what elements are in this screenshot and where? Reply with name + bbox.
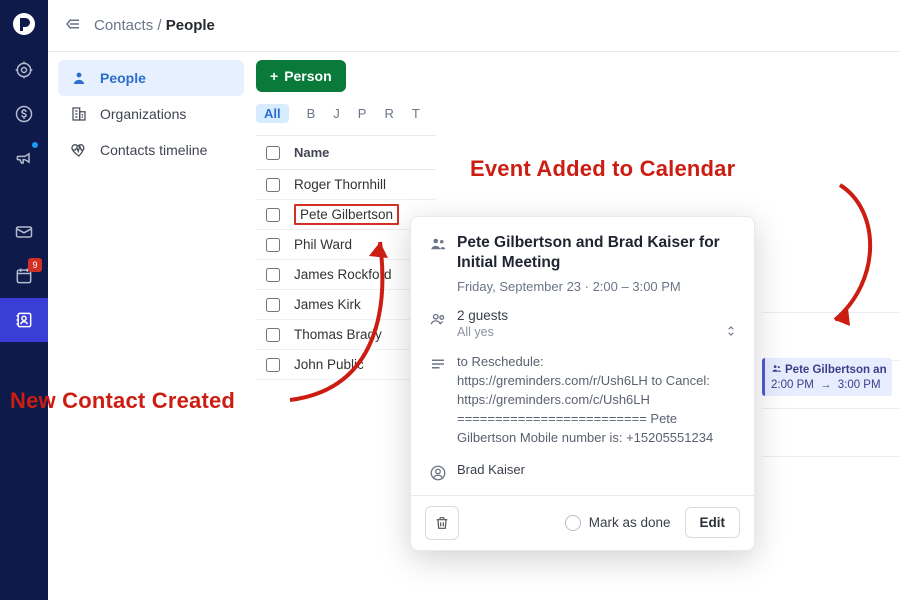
- rail-campaigns-icon[interactable]: [0, 136, 48, 180]
- calendar-gridline: [762, 456, 900, 457]
- breadcrumb-current: People: [166, 17, 215, 34]
- breadcrumb-separator: /: [157, 17, 161, 34]
- contacts-sidenav: People Organizations Contacts timeline: [58, 60, 244, 168]
- radio-circle-icon: [565, 515, 581, 531]
- calendar-event-title: Pete Gilbertson an: [785, 364, 887, 376]
- select-all-checkbox[interactable]: [266, 146, 280, 160]
- mark-as-done-toggle[interactable]: Mark as done: [565, 515, 671, 531]
- heartbeat-icon: [70, 141, 90, 159]
- table-row[interactable]: Pete Gilbertson: [256, 200, 436, 230]
- calendar-event-time-to: 3:00 PM: [838, 379, 881, 391]
- description-icon: [429, 353, 457, 447]
- row-checkbox[interactable]: [266, 298, 280, 312]
- people-icon: [771, 363, 782, 377]
- table-row[interactable]: Roger Thornhill: [256, 170, 436, 200]
- table-header: Name: [256, 136, 436, 170]
- app-logo[interactable]: [0, 0, 48, 48]
- annotation-arrow-icon: [280, 230, 410, 410]
- guests-icon: [429, 308, 457, 339]
- popover-guests-status: All yes: [457, 325, 736, 339]
- annotation-new-contact: New Contact Created: [10, 388, 235, 414]
- expand-guests-icon[interactable]: [724, 322, 738, 343]
- organization-icon: [70, 105, 90, 123]
- sidenav-item-label: Organizations: [100, 106, 186, 122]
- calendar-badge: 9: [28, 258, 42, 272]
- plus-icon: +: [270, 68, 278, 84]
- contact-name[interactable]: Pete Gilbertson: [294, 204, 399, 225]
- letter-filter: All B J P R T: [256, 104, 900, 123]
- breadcrumb: Contacts / People: [94, 17, 215, 34]
- annotation-event-added: Event Added to Calendar: [470, 156, 735, 182]
- edit-event-button[interactable]: Edit: [685, 507, 741, 538]
- add-person-button[interactable]: + Person: [256, 60, 346, 92]
- popover-guests-count: 2 guests: [457, 308, 736, 323]
- people-icon: [429, 233, 457, 294]
- row-checkbox[interactable]: [266, 268, 280, 282]
- notification-dot-icon: [32, 142, 38, 148]
- row-checkbox[interactable]: [266, 328, 280, 342]
- sidenav-item-label: Contacts timeline: [100, 142, 207, 158]
- calendar-event-block[interactable]: Pete Gilbertson an 2:00 PM → 3:00 PM: [762, 358, 892, 396]
- person-icon: [70, 69, 90, 87]
- popover-description: to Reschedule: https://greminders.com/r/…: [457, 353, 736, 447]
- rail-mail-icon[interactable]: [0, 210, 48, 254]
- owner-icon: [429, 462, 457, 485]
- annotation-arrow-icon: [820, 180, 890, 350]
- letter-filter-all[interactable]: All: [256, 104, 289, 123]
- letter-filter-j[interactable]: J: [333, 106, 340, 121]
- sidenav-item-organizations[interactable]: Organizations: [58, 96, 244, 132]
- top-bar: Contacts / People: [48, 0, 900, 52]
- breadcrumb-parent[interactable]: Contacts: [94, 17, 153, 34]
- rail-currency-icon[interactable]: [0, 92, 48, 136]
- row-checkbox[interactable]: [266, 238, 280, 252]
- letter-filter-t[interactable]: T: [412, 106, 420, 121]
- collapse-sidebar-icon[interactable]: [64, 15, 82, 36]
- letter-filter-r[interactable]: R: [384, 106, 393, 121]
- row-checkbox[interactable]: [266, 178, 280, 192]
- popover-time: Friday, September 23 · 2:00 – 3:00 PM: [457, 279, 736, 294]
- navigation-rail: 9: [0, 0, 48, 600]
- mark-as-done-label: Mark as done: [589, 515, 671, 530]
- add-person-label: Person: [284, 68, 331, 84]
- column-header-name[interactable]: Name: [290, 145, 436, 160]
- sidenav-item-people[interactable]: People: [58, 60, 244, 96]
- contact-name[interactable]: Roger Thornhill: [294, 177, 386, 192]
- calendar-gridline: [762, 408, 900, 409]
- rail-calendar-icon[interactable]: 9: [0, 254, 48, 298]
- letter-filter-b[interactable]: B: [307, 106, 316, 121]
- arrow-right-icon: →: [820, 379, 832, 391]
- popover-title: Pete Gilbertson and Brad Kaiser for Init…: [457, 233, 736, 273]
- delete-event-button[interactable]: [425, 506, 459, 540]
- sidenav-item-timeline[interactable]: Contacts timeline: [58, 132, 244, 168]
- calendar-event-time-from: 2:00 PM: [771, 379, 814, 391]
- letter-filter-p[interactable]: P: [358, 106, 367, 121]
- event-popover: Pete Gilbertson and Brad Kaiser for Init…: [410, 216, 755, 551]
- popover-footer: Mark as done Edit: [411, 495, 754, 550]
- rail-target-icon[interactable]: [0, 48, 48, 92]
- popover-owner: Brad Kaiser: [457, 462, 736, 485]
- row-checkbox[interactable]: [266, 208, 280, 222]
- row-checkbox[interactable]: [266, 358, 280, 372]
- rail-contacts-icon[interactable]: [0, 298, 48, 342]
- sidenav-item-label: People: [100, 70, 146, 86]
